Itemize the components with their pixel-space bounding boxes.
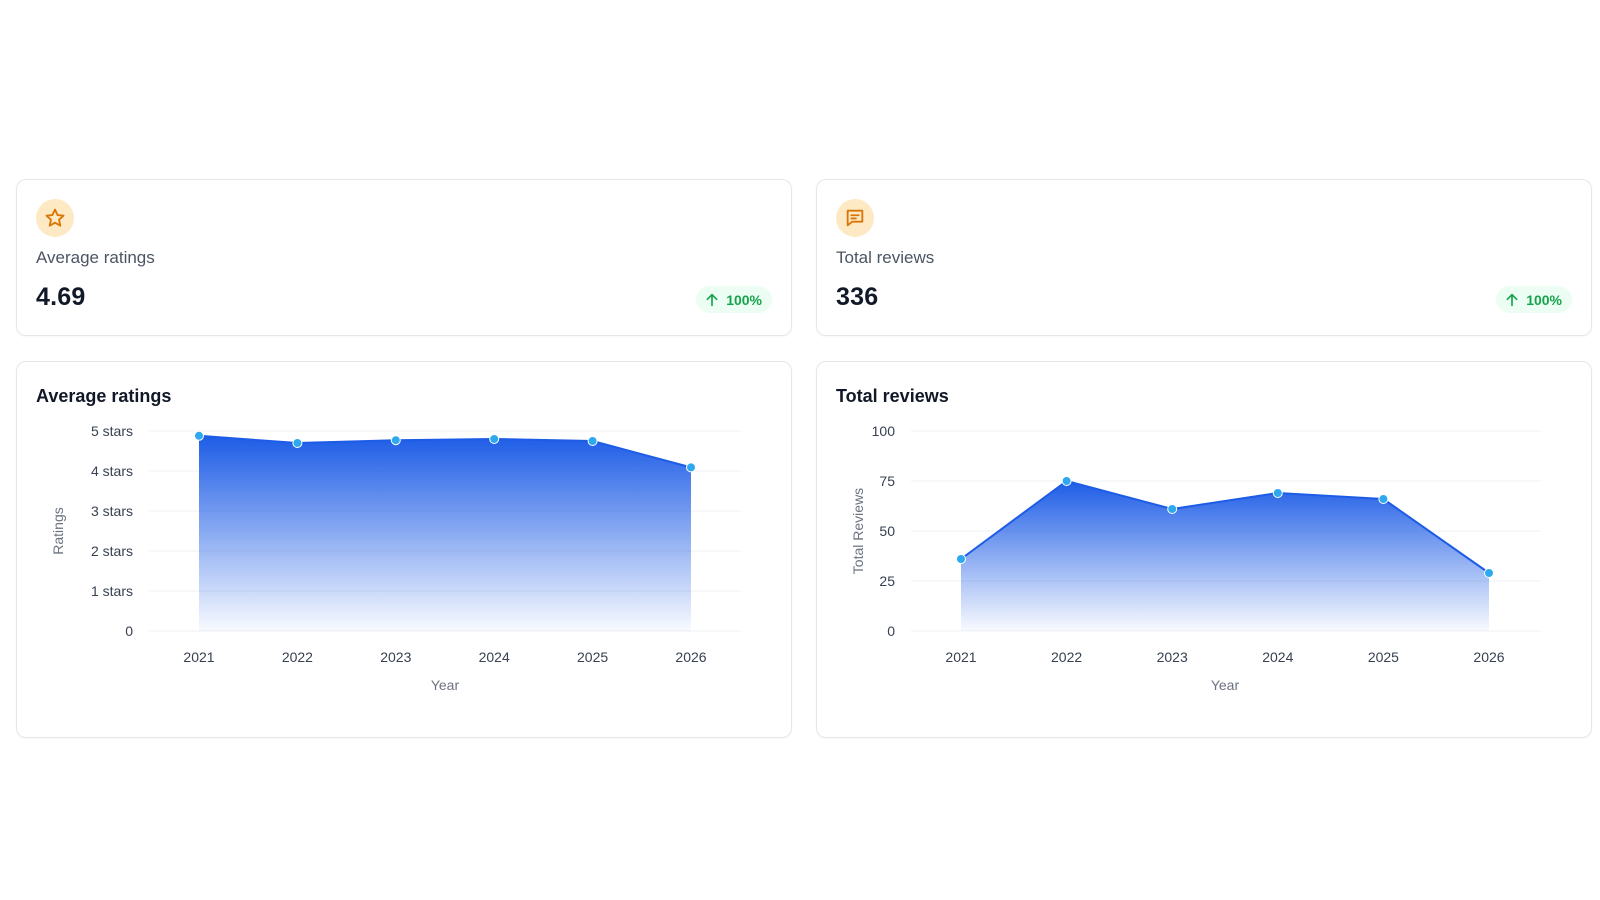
x-tick-label: 2023 — [1157, 649, 1188, 665]
x-tick-label: 2022 — [1051, 649, 1082, 665]
x-tick-label: 2025 — [577, 649, 608, 665]
data-point — [390, 435, 401, 446]
data-point — [1484, 568, 1494, 578]
arrow-up-icon — [1506, 293, 1518, 306]
x-tick-label: 2024 — [479, 649, 510, 665]
y-tick-label: 3 stars — [91, 503, 133, 519]
y-tick-label: 0 — [125, 623, 133, 639]
x-axis-title: Year — [1211, 677, 1240, 693]
total-reviews-chart-card: Total reviews 0 25 50 75 100 2021 2022 2023 2024… — [816, 361, 1592, 738]
x-tick-label: 2023 — [380, 649, 411, 665]
stat-label: Total reviews — [836, 248, 935, 267]
stat-label: Average ratings — [36, 248, 155, 267]
change-value: 100% — [1526, 291, 1562, 308]
y-tick-label: 75 — [879, 473, 895, 489]
average-ratings-stat-card: Average ratings 4.69 100% — [16, 179, 792, 336]
change-value: 100% — [726, 291, 762, 308]
star-icon — [45, 208, 65, 227]
y-tick-label: 1 stars — [91, 583, 133, 599]
data-point — [1272, 488, 1283, 498]
y-axis-title: Ratings — [50, 507, 66, 554]
total-reviews-stat-card: Total reviews 336 100% — [816, 179, 1592, 336]
data-point — [489, 434, 500, 444]
area-fill — [961, 481, 1489, 631]
message-square-icon — [846, 209, 864, 227]
y-tick-label: 50 — [879, 523, 895, 539]
change-badge: 100% — [1496, 286, 1572, 313]
area-fill — [199, 435, 691, 631]
x-tick-label: 2024 — [1262, 649, 1293, 665]
data-point — [1167, 504, 1178, 514]
data-point — [1061, 476, 1072, 486]
x-axis-title: Year — [431, 677, 460, 693]
stat-value: 4.69 — [36, 283, 86, 311]
x-tick-label: 2025 — [1368, 649, 1399, 665]
y-axis-title: Total Reviews — [850, 488, 866, 574]
x-tick-label: 2021 — [183, 649, 214, 665]
change-badge: 100% — [696, 286, 772, 313]
star-icon-badge — [36, 199, 74, 237]
x-tick-label: 2021 — [945, 649, 976, 665]
x-tick-label: 2022 — [282, 649, 313, 665]
total-reviews-area-chart: 0 25 50 75 100 2021 2022 2023 2024 2025 2026 Year To… — [850, 423, 1541, 693]
message-icon-badge — [836, 199, 874, 237]
stat-value: 336 — [836, 283, 879, 311]
x-tick-label: 2026 — [675, 649, 706, 665]
y-tick-label: 5 stars — [91, 423, 133, 439]
data-point — [292, 438, 303, 448]
y-tick-label: 4 stars — [91, 463, 133, 479]
y-tick-label: 25 — [879, 573, 895, 589]
y-tick-label: 100 — [872, 423, 896, 439]
y-tick-label: 2 stars — [91, 543, 133, 559]
data-point — [587, 436, 598, 446]
data-point — [956, 554, 966, 564]
data-point — [686, 462, 696, 473]
average-ratings-chart-card: Average ratings 01 stars 2 stars 3 stars 4 … — [16, 361, 792, 738]
x-tick-label: 2026 — [1473, 649, 1504, 665]
data-point — [194, 430, 204, 441]
average-ratings-area-chart: 0 1 stars 2 stars 3 stars 4 stars 5 stars 2021… — [50, 423, 741, 693]
data-point — [1378, 494, 1389, 504]
arrow-up-icon — [706, 293, 718, 306]
y-tick-label: 0 — [887, 623, 895, 639]
